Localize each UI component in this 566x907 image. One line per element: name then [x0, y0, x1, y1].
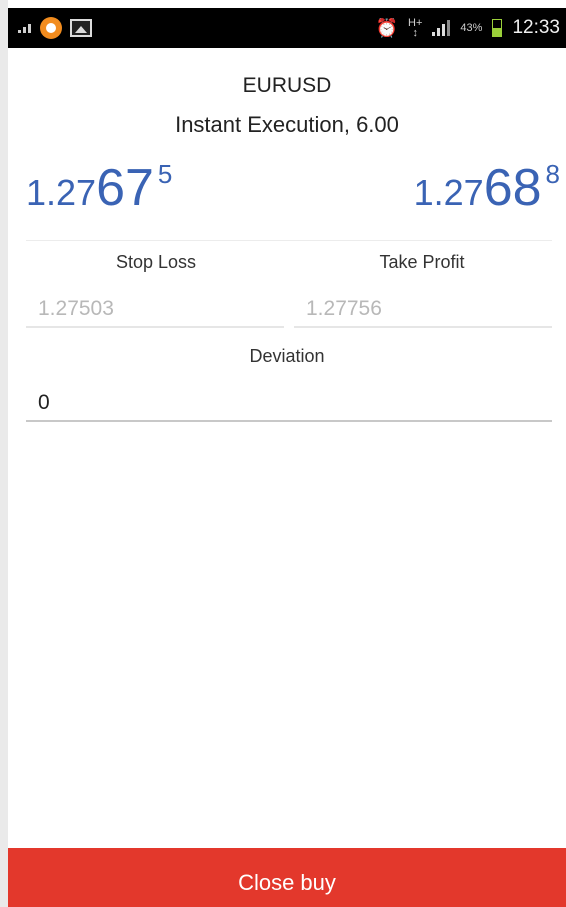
stop-loss-field[interactable]: 1.27503 [26, 294, 284, 328]
sell-price-prefix: 1.27 [26, 172, 97, 213]
stop-loss-label: Stop Loss [115, 252, 197, 272]
close-buy-button[interactable]: Close buy [8, 848, 566, 907]
price-divider [26, 240, 552, 241]
deviation-field[interactable]: 0 [26, 388, 552, 422]
battery-percent: 43% [460, 22, 483, 34]
app-notification-icon [40, 17, 62, 39]
buy-price-fraction: 8 [545, 159, 560, 189]
battery-icon [492, 19, 503, 37]
signal-bars-icon [432, 20, 451, 36]
alarm-icon: ⏰ [375, 17, 399, 38]
gallery-icon [70, 19, 92, 37]
status-bar-right: ⏰ H+ ↕ 43% 12:33 [376, 8, 560, 48]
screen: ⏰ H+ ↕ 43% 12:33 EURUSD Instant Execution… [8, 0, 566, 907]
symbol-title: EURUSD [242, 74, 332, 97]
take-profit-label: Take Profit [379, 252, 465, 272]
sell-price-fraction: 5 [157, 159, 173, 189]
sell-price: 1.2767 5 [26, 158, 172, 218]
deviation-label: Deviation [249, 346, 325, 366]
buy-price-pips: 68 [483, 159, 542, 217]
buy-price: 1.2768 8 [414, 158, 560, 218]
signal-small-icon [18, 23, 32, 33]
take-profit-field[interactable]: 1.27756 [294, 294, 552, 328]
buy-price-prefix: 1.27 [413, 172, 484, 213]
execution-type: Instant Execution, 6.00 [175, 112, 399, 137]
status-bar: ⏰ H+ ↕ 43% 12:33 [8, 8, 566, 48]
sell-price-pips: 67 [96, 159, 154, 217]
status-bar-left [18, 8, 92, 48]
hplus-network-icon: H+ ↕ [408, 17, 423, 39]
clock: 12:33 [512, 17, 560, 38]
